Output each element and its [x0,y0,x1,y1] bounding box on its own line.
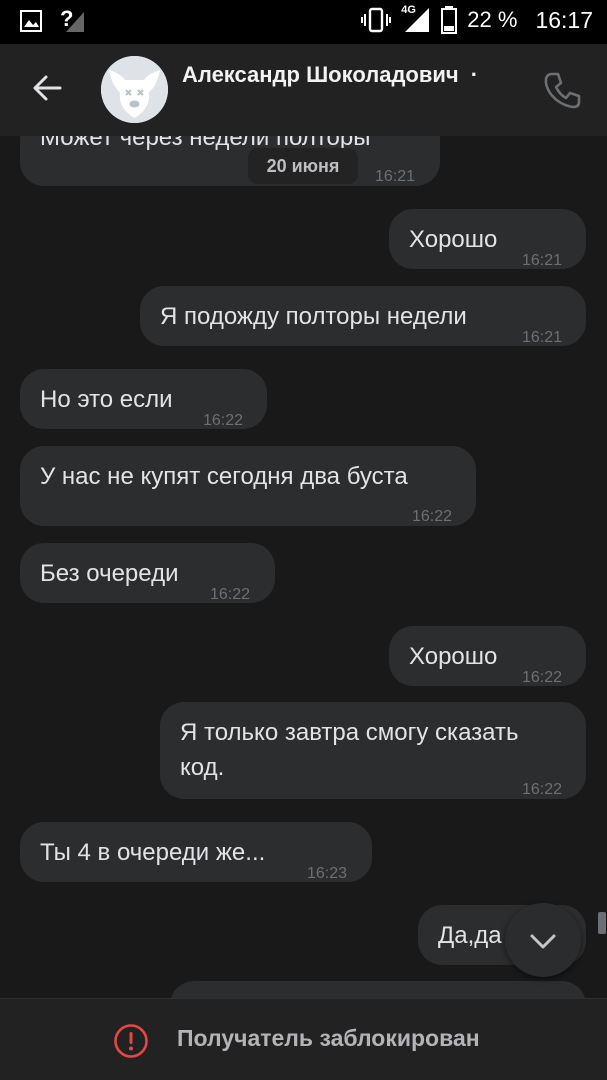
battery-level: 22 % [467,7,518,32]
message-bubble-outgoing[interactable]: Хорошо 16:21 [389,209,586,269]
message-bubble-incoming[interactable]: У нас не купят сегодня два буста 16:22 [20,446,476,526]
avatar[interactable] [101,56,168,123]
message-bubble-outgoing[interactable]: Я только завтра смогу сказать код. 16:22 [160,702,586,799]
contact-name[interactable]: Александр Шоколадович · [182,62,522,88]
message-text-line-2: код. [180,754,225,781]
phone-icon[interactable] [540,68,584,112]
avatar-dog-icon [101,56,168,123]
vibrate-icon [361,7,392,33]
back-arrow-icon[interactable] [26,66,70,110]
exclamation-circle-icon [114,1024,148,1058]
message-text: Да,да [438,922,502,949]
message-bubble-outgoing[interactable]: Я подожду полторы недели 16:21 [140,286,586,346]
chat-header: Александр Шоколадович · [0,44,607,136]
message-bubble-incoming[interactable]: Но это если 16:22 [20,369,267,429]
message-time: 16:22 [522,781,563,798]
clock: 16:17 [535,6,593,33]
message-text: Но это если [40,386,173,413]
message-bubble-incoming[interactable]: Ты 4 в очереди же... 16:23 [20,822,372,882]
message-time: 16:21 [522,252,563,269]
status-bar: ? 4G 22 % 16:17 [0,0,607,44]
scroll-indicator [598,912,606,934]
message-text-line-1: Я только завтра смогу сказать [180,719,519,746]
image-icon [20,10,42,32]
message-bubble-incoming[interactable]: Может через недели полторы 16:21 [20,136,440,186]
message-list[interactable]: Может через недели полторы 16:21 20 июня… [0,136,607,998]
message-time: 16:21 [522,329,563,346]
message-text: Хорошо [409,226,498,253]
message-text: У нас не купят сегодня два буста [40,463,408,490]
date-chip: 20 июня [248,148,358,184]
message-text: Я подожду полторы недели [160,303,467,330]
message-bubble-outgoing[interactable] [170,981,586,998]
signal-4g-icon [405,8,430,32]
blocked-text: Получатель заблокирован [177,1025,480,1051]
signal-mark: ? [60,6,74,31]
blocked-footer: Получатель заблокирован [0,998,607,1080]
message-time: 16:21 [375,168,416,185]
message-time: 16:22 [203,412,244,429]
message-time: 16:23 [307,865,348,882]
message-bubble-outgoing[interactable]: Хорошо 16:22 [389,626,586,686]
chevron-down-icon [530,934,556,949]
message-time: 16:22 [412,508,453,525]
message-bubble-incoming[interactable]: Без очереди 16:22 [20,543,275,603]
battery-icon [441,6,458,34]
message-text: Ты 4 в очереди же... [40,839,266,866]
scroll-down-button[interactable] [505,903,581,977]
title-separator: · [470,62,479,87]
message-text: Без очереди [40,560,179,587]
message-text: Хорошо [409,643,498,670]
message-time: 16:22 [210,586,251,603]
message-time: 16:22 [522,669,563,686]
contact-name-text: Александр Шоколадович [182,62,459,87]
